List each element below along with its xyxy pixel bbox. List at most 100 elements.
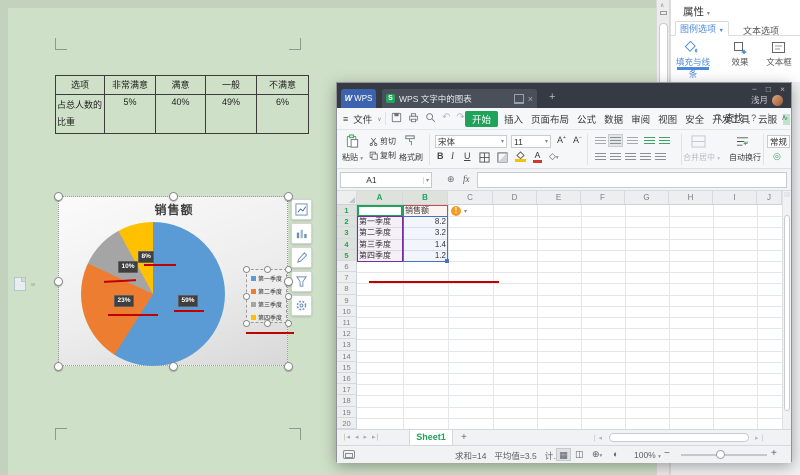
legend-handle[interactable]	[285, 293, 292, 300]
row-header-4[interactable]: 4	[337, 239, 357, 250]
chart-handle-w[interactable]	[54, 277, 63, 286]
col-header-H[interactable]: H	[669, 191, 713, 204]
chart-handle-n[interactable]	[169, 192, 178, 201]
name-box[interactable]: A1▾	[340, 172, 432, 188]
tab-insert[interactable]: 插入	[502, 111, 525, 127]
hscroll-left-paddle[interactable]: ∣ ◂	[593, 434, 602, 442]
col-header-J[interactable]: J	[757, 191, 782, 204]
chart-settings-gear-button[interactable]	[291, 295, 312, 316]
first-sheet-icon[interactable]: ∣◂	[343, 433, 350, 441]
textbox-label[interactable]: 文本框	[763, 56, 795, 68]
textbox-button[interactable]	[771, 41, 786, 54]
range-fill-handle[interactable]	[445, 259, 449, 263]
copy-button[interactable]: 复制	[369, 150, 396, 161]
hscroll-right-paddle[interactable]: ▸ ∣	[755, 434, 764, 442]
zoom-in-button[interactable]: +	[771, 448, 777, 459]
chart-legend[interactable]: 第一季度 第二季度 第三季度 第四季度	[246, 269, 287, 323]
close-window-button[interactable]: ×	[780, 84, 785, 94]
tab-review[interactable]: 审阅	[629, 111, 652, 127]
row-header-6[interactable]: 6	[337, 261, 357, 272]
user-name[interactable]: 浅月	[751, 94, 768, 106]
new-tab-button[interactable]: +	[549, 91, 555, 103]
number-format-select[interactable]: 常规	[767, 135, 790, 148]
tab-security[interactable]: 安全	[683, 111, 706, 127]
style-gallery-icon[interactable]: ◎	[773, 151, 781, 162]
fx-icon[interactable]: fx	[463, 174, 470, 184]
legend-handle[interactable]	[243, 266, 250, 273]
scrollbar-splitter[interactable]	[784, 192, 790, 197]
normal-view-icon[interactable]: ▦	[556, 448, 571, 461]
legend-handle[interactable]	[243, 293, 250, 300]
wrap-text-icon[interactable]	[735, 135, 750, 148]
tab-legend-options[interactable]: 图例选项 ▼	[675, 21, 729, 36]
file-menu[interactable]: ≡ 文件 ∨	[343, 111, 382, 127]
tab-formulas[interactable]: 公式	[575, 111, 598, 127]
align-distribute-icon[interactable]	[655, 153, 666, 161]
last-sheet-icon[interactable]: ▸∣	[372, 433, 379, 441]
chart-handle-e[interactable]	[284, 277, 293, 286]
chevron-down-icon[interactable]: ▾	[464, 208, 467, 215]
sheet-hscrollbar-thumb[interactable]	[609, 433, 749, 442]
font-color-button[interactable]: A	[533, 150, 542, 163]
wps-home-button[interactable]: W WPS	[341, 89, 376, 108]
row-header-5[interactable]: 5	[337, 250, 357, 261]
row-header-12[interactable]: 12	[337, 328, 357, 339]
page-break-view-icon[interactable]: ◫	[575, 449, 584, 460]
col-header-A[interactable]: A	[357, 191, 403, 204]
col-header-C[interactable]: C	[448, 191, 493, 204]
effects-button[interactable]	[733, 41, 747, 54]
tab-page-layout[interactable]: 页面布局	[529, 111, 571, 127]
pin-tab-icon[interactable]	[514, 94, 524, 104]
document-tab[interactable]: S WPS 文字中的图表 ×	[382, 89, 537, 108]
align-left-icon[interactable]	[595, 153, 606, 161]
fill-color-button[interactable]	[515, 151, 526, 162]
col-header-E[interactable]: E	[537, 191, 581, 204]
chart-layout-button[interactable]	[291, 199, 312, 220]
row-header-19[interactable]: 19	[337, 407, 357, 418]
zoom-out-button[interactable]: −	[664, 448, 670, 459]
col-header-I[interactable]: I	[713, 191, 757, 204]
legend-handle[interactable]	[264, 320, 271, 327]
paste-button[interactable]	[345, 134, 360, 149]
page-icon[interactable]	[14, 277, 26, 291]
chart-handle-nw[interactable]	[54, 192, 63, 201]
collapse-ribbon-icon[interactable]: ∧	[781, 113, 787, 122]
row-header-18[interactable]: 18	[337, 395, 357, 406]
find-button[interactable]: 查找	[714, 111, 743, 124]
close-tab-icon[interactable]: ×	[528, 94, 533, 104]
error-warning-badge[interactable]: !	[451, 206, 461, 216]
italic-button[interactable]: I	[451, 151, 454, 161]
ruler-toggle-icon[interactable]	[660, 11, 667, 15]
macro-record-icon[interactable]	[343, 450, 355, 459]
col-header-G[interactable]: G	[625, 191, 669, 204]
chart-style-brush-button[interactable]	[291, 247, 312, 268]
col-header-F[interactable]: F	[581, 191, 625, 204]
undo-icon[interactable]: ↶	[442, 112, 450, 123]
align-top-icon[interactable]	[595, 137, 606, 145]
col-header-D[interactable]: D	[493, 191, 537, 204]
font-name-select[interactable]: 宋体▾	[435, 135, 507, 148]
more-menu-icon[interactable]: ⋮	[764, 112, 773, 123]
cut-button[interactable]: 剪切	[369, 136, 396, 147]
row-header-14[interactable]: 14	[337, 351, 357, 362]
eye-protect-view-icon[interactable]: ◐	[613, 449, 618, 459]
redo-icon[interactable]: ↷	[456, 112, 464, 123]
row-header-15[interactable]: 15	[337, 362, 357, 373]
increase-indent-icon[interactable]	[659, 137, 670, 145]
scrollbar-up-icon[interactable]: ∧	[660, 2, 664, 9]
select-all-corner[interactable]	[337, 191, 357, 204]
maximize-button[interactable]: □	[766, 84, 771, 94]
align-justify-icon[interactable]	[640, 153, 651, 161]
font-size-select[interactable]: 11▾	[511, 135, 551, 148]
legend-handle[interactable]	[243, 320, 250, 327]
chart-type-button[interactable]	[291, 223, 312, 244]
clear-format-icon[interactable]: ◇▾	[549, 151, 559, 162]
wrap-text-label[interactable]: 自动换行	[729, 152, 761, 163]
format-painter-label[interactable]: 格式刷	[399, 152, 423, 163]
next-sheet-icon[interactable]: ▸	[364, 433, 368, 441]
legend-handle[interactable]	[285, 320, 292, 327]
format-painter-button[interactable]	[403, 134, 417, 148]
align-center-icon[interactable]	[610, 153, 621, 161]
print-icon[interactable]	[408, 112, 419, 123]
row-header-20[interactable]: 20	[337, 418, 357, 429]
